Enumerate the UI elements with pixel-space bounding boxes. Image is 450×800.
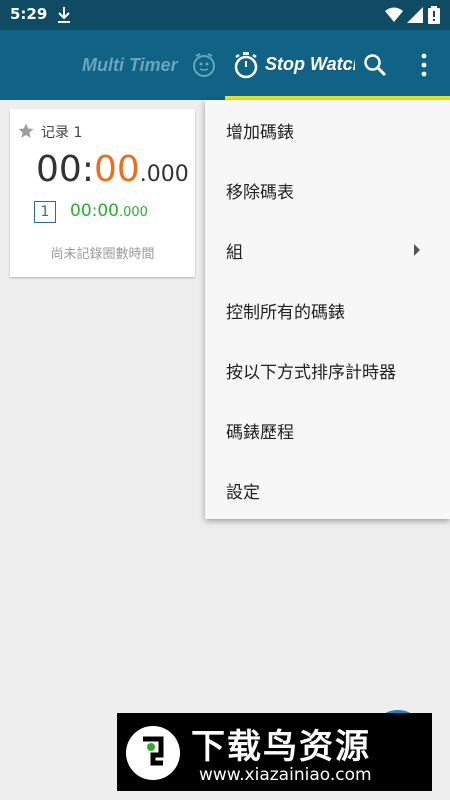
tab-multi-timer[interactable]: Multi Timer: [82, 55, 178, 76]
watermark-url: www.xiazainiao.com: [199, 765, 372, 785]
main-time-minutes: 00: [93, 149, 140, 190]
star-icon[interactable]: [17, 122, 35, 140]
menu-item-label: 移除碼表: [226, 183, 294, 203]
menu-item-label: 控制所有的碼錶: [226, 303, 345, 323]
menu-item-label: 組: [226, 243, 243, 263]
wifi-icon: [385, 7, 403, 22]
menu-item-settings[interactable]: 設定: [205, 460, 450, 520]
no-laps-text: 尚未記錄圈數時間: [50, 247, 155, 262]
main-time-colon: :: [81, 149, 94, 190]
multi-timer-icon[interactable]: [192, 52, 216, 78]
watermark-title: 下载鸟资源: [191, 727, 371, 767]
status-bar: 5:29: [0, 0, 450, 30]
battery-icon: [428, 6, 440, 24]
menu-item-add-stopwatch[interactable]: 增加碼錶: [205, 100, 450, 160]
main-time-display: 00:00.000: [36, 149, 189, 190]
menu-item-label: 按以下方式排序計時器: [226, 363, 396, 383]
menu-item-remove-stopwatch[interactable]: 移除碼表: [205, 160, 450, 220]
submenu-arrow-icon: [414, 244, 420, 256]
lap-number-badge: 1: [34, 201, 56, 223]
menu-item-label: 碼錶歷程: [226, 423, 294, 443]
menu-item-sort-timers[interactable]: 按以下方式排序計時器: [205, 340, 450, 400]
main-time-hours: 00: [36, 149, 82, 190]
app-bar: Multi Timer Stop Watch: [0, 30, 450, 100]
more-options-icon[interactable]: [418, 52, 430, 78]
watermark-logo-icon: [126, 726, 180, 780]
lap-time-ms: .000: [119, 205, 148, 220]
menu-item-group[interactable]: 組: [205, 220, 450, 280]
main-time-ms: .000: [139, 162, 189, 187]
overflow-menu: 增加碼錶 移除碼表 組 控制所有的碼錶 按以下方式排序計時器 碼錶歷程 設定: [205, 100, 450, 519]
menu-item-label: 增加碼錶: [226, 123, 294, 143]
lap-time-display: 00:00.000: [70, 201, 148, 221]
menu-item-label: 設定: [226, 483, 260, 503]
menu-item-control-all[interactable]: 控制所有的碼錶: [205, 280, 450, 340]
stopwatch-card[interactable]: 记录 1 00:00.000 1 00:00.000 尚未記錄圈數時間: [10, 109, 195, 277]
watermark-banner: 下载鸟资源 www.xiazainiao.com: [117, 713, 432, 791]
tab-stop-watch[interactable]: Stop Watch: [265, 54, 355, 75]
status-time: 5:29: [10, 5, 48, 23]
menu-item-history[interactable]: 碼錶歷程: [205, 400, 450, 460]
lap-time-main: 00:00: [70, 201, 119, 221]
signal-icon: [407, 7, 423, 23]
search-icon[interactable]: [363, 53, 387, 77]
stopwatch-icon[interactable]: [233, 51, 259, 79]
stopwatch-title: 记录 1: [41, 125, 83, 141]
download-icon: [58, 7, 70, 23]
